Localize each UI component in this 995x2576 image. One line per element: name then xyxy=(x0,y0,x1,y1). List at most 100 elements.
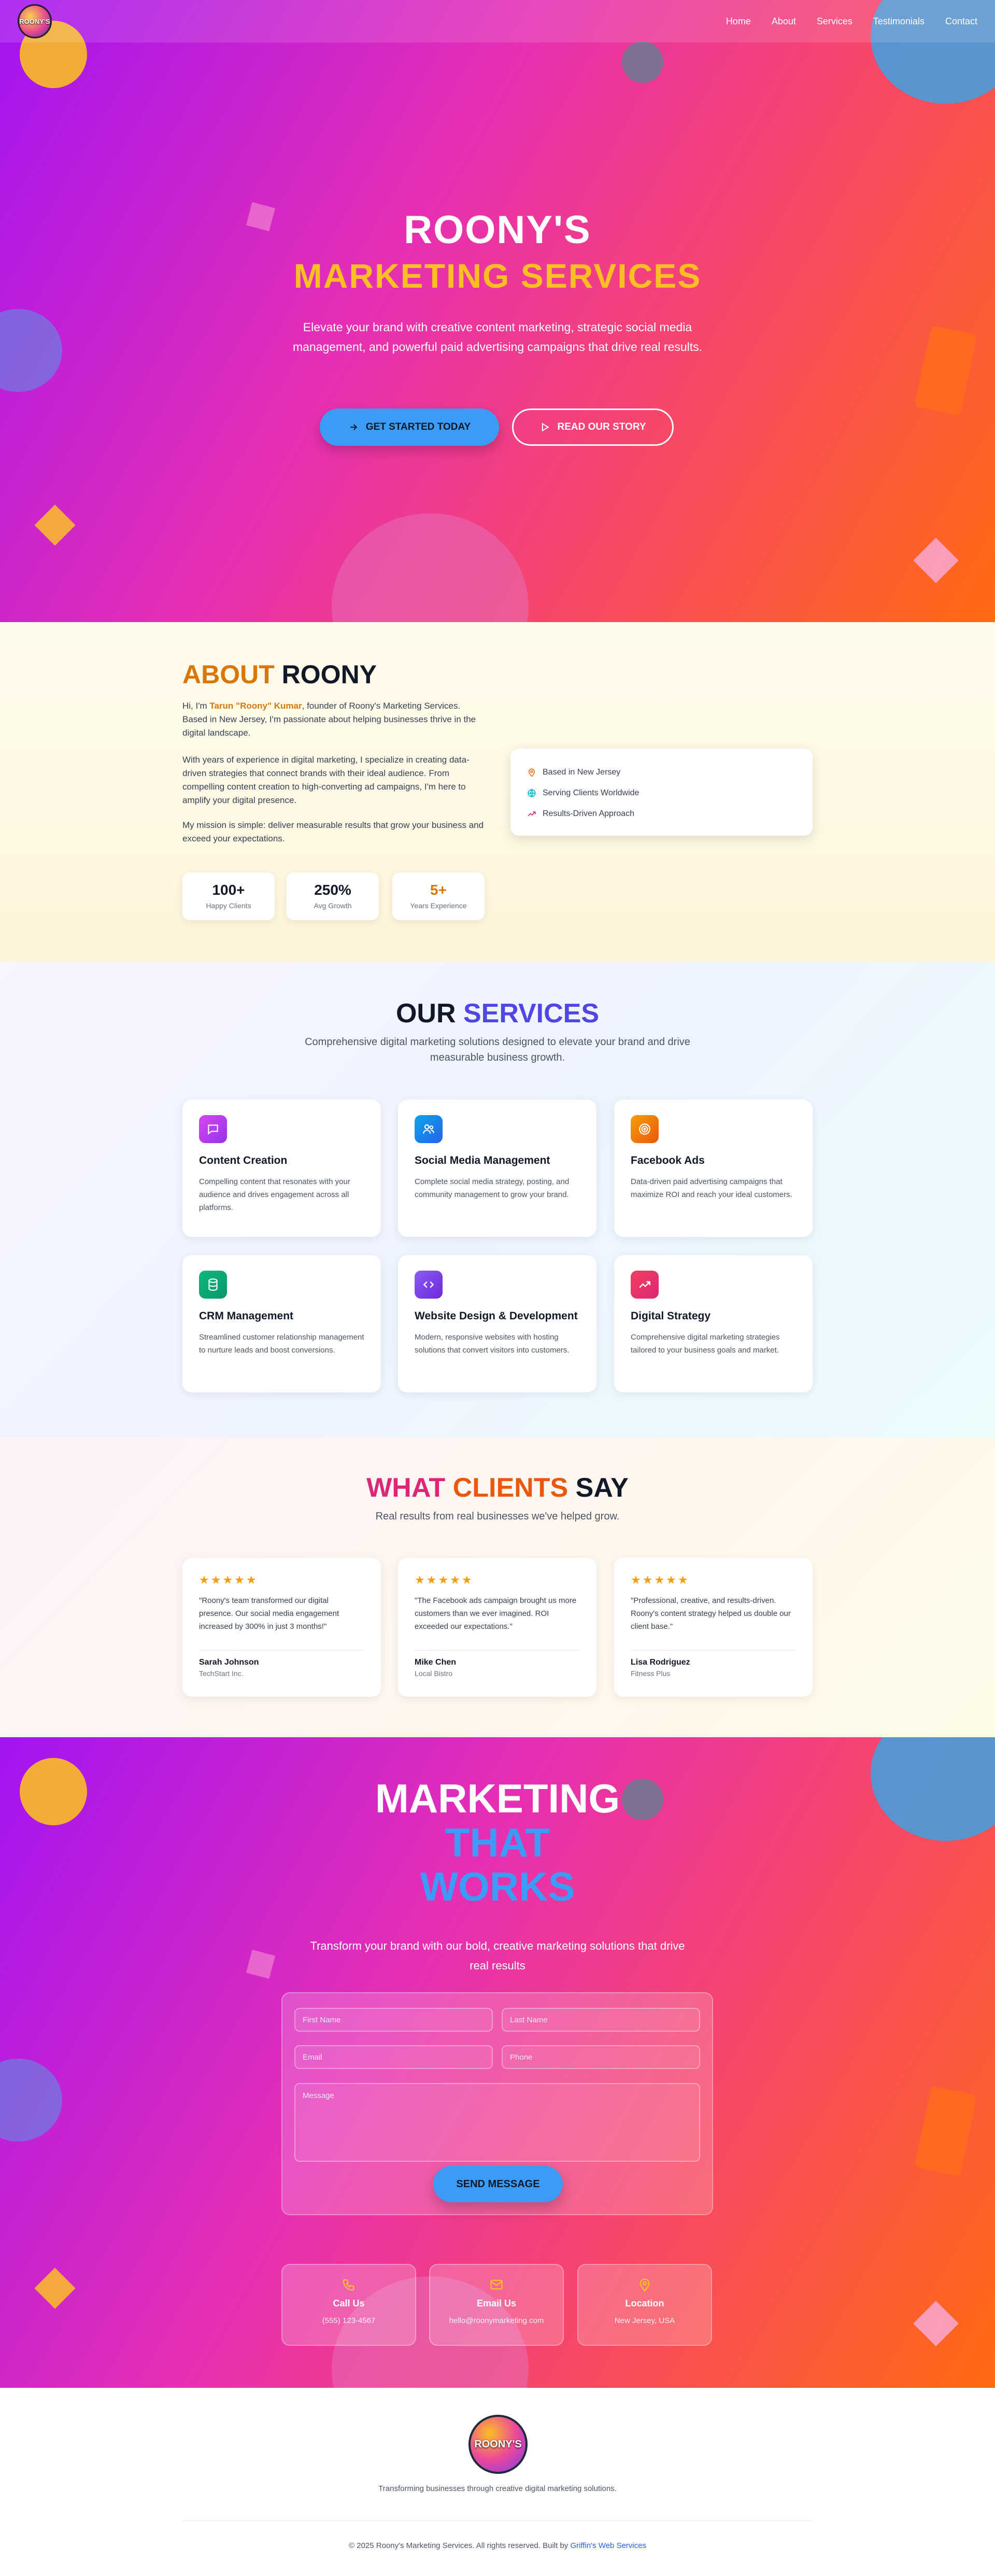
service-title: Facebook Ads xyxy=(631,1155,705,1166)
services-description: Comprehensive digital marketing solution… xyxy=(305,1036,690,1063)
stat-value: 250% xyxy=(314,882,351,898)
play-icon xyxy=(542,423,550,432)
cta-title-line3: WORKS xyxy=(420,1864,575,1909)
about-title-accent: ABOUT xyxy=(182,660,275,689)
users-icon xyxy=(415,1115,443,1143)
testimonials-title-b: CLIENTS xyxy=(452,1473,568,1503)
service-text: Complete social media strategy, posting,… xyxy=(415,1177,570,1199)
service-text: Compelling content that resonates with y… xyxy=(199,1177,350,1212)
star-rating-icon: ★★★★★ xyxy=(199,1573,258,1586)
contact-value: hello@roonymarketing.com xyxy=(449,2316,544,2325)
decor-rect-orange xyxy=(914,2086,977,2177)
decor-square-pink xyxy=(246,1949,276,1979)
service-card-website-design[interactable]: Website Design & Development Modern, res… xyxy=(398,1255,596,1392)
decor-circle-large xyxy=(332,513,529,622)
decor-circle-gray xyxy=(622,41,663,83)
phone-icon xyxy=(343,2279,354,2291)
read-story-button[interactable]: READ OUR STORY xyxy=(512,409,674,446)
top-navbar: ROONY'S Home About Services Testimonials… xyxy=(0,0,995,43)
footer-logo[interactable]: ROONY'S xyxy=(468,2415,528,2474)
first-name-field[interactable] xyxy=(294,2008,493,2032)
contact-card-location[interactable]: Location New Jersey, USA xyxy=(577,2264,712,2346)
code-icon xyxy=(415,1271,443,1299)
contact-title: Email Us xyxy=(476,2298,517,2308)
nav-home[interactable]: Home xyxy=(726,16,751,27)
contact-title: Location xyxy=(625,2298,664,2308)
decor-circle-purple xyxy=(0,309,62,392)
testimonial-name: Sarah Johnson xyxy=(199,1658,259,1667)
testimonial-name: Mike Chen xyxy=(415,1658,457,1667)
service-card-social-media[interactable]: Social Media Management Complete social … xyxy=(398,1100,596,1237)
send-message-button[interactable]: SEND MESSAGE xyxy=(433,2166,563,2202)
testimonial-card: ★★★★★ "Professional, creative, and resul… xyxy=(614,1558,813,1697)
decor-diamond-yellow xyxy=(34,504,76,546)
copyright-text: © 2025 Roony's Marketing Services. All r… xyxy=(349,2541,571,2550)
stat-card: 100+ Happy Clients xyxy=(182,872,275,920)
divider xyxy=(415,1650,580,1651)
testimonials-title-a: WHAT xyxy=(366,1473,446,1503)
decor-diamond-pink xyxy=(913,2301,959,2346)
stat-card: 5+ Years Experience xyxy=(392,872,485,920)
service-card-facebook-ads[interactable]: Facebook Ads Data-driven paid advertisin… xyxy=(614,1100,813,1237)
cta-title-line2: THAT xyxy=(445,1820,550,1865)
get-started-button[interactable]: GET STARTED TODAY xyxy=(320,409,499,446)
service-card-content-creation[interactable]: Content Creation Compelling content that… xyxy=(182,1100,381,1237)
testimonial-company: Local Bistro xyxy=(415,1669,453,1678)
get-started-label: GET STARTED TODAY xyxy=(365,421,471,432)
testimonial-quote: "Roony's team transformed our digital pr… xyxy=(199,1596,339,1631)
contact-title: Call Us xyxy=(333,2298,365,2308)
testimonial-card: ★★★★★ "The Facebook ads campaign brought… xyxy=(398,1558,596,1697)
message-field[interactable] xyxy=(294,2083,700,2162)
phone-field[interactable] xyxy=(502,2045,700,2069)
nav-contact[interactable]: Contact xyxy=(945,16,977,27)
about-info-card: Based in New Jersey Serving Clients Worl… xyxy=(510,749,813,836)
footer-copyright: © 2025 Roony's Marketing Services. All r… xyxy=(0,2541,995,2550)
read-story-label: READ OUR STORY xyxy=(557,421,646,432)
info-row: Based in New Jersey xyxy=(527,762,796,783)
about-title-main: ROONY xyxy=(281,660,377,689)
decor-diamond-yellow xyxy=(34,2268,76,2309)
logo-text: ROONY'S xyxy=(19,17,50,25)
service-text: Comprehensive digital marketing strategi… xyxy=(631,1333,780,1355)
about-paragraph-3: My mission is simple: deliver measurable… xyxy=(182,820,484,843)
contact-card-email[interactable]: Email Us hello@roonymarketing.com xyxy=(429,2264,564,2346)
contact-value: New Jersey, USA xyxy=(614,2316,675,2325)
hero-description: Elevate your brand with creative content… xyxy=(292,320,703,354)
stat-label: Happy Clients xyxy=(206,902,251,910)
service-card-crm[interactable]: CRM Management Streamlined customer rela… xyxy=(182,1255,381,1392)
brand-logo[interactable]: ROONY'S xyxy=(18,4,52,38)
service-title: Digital Strategy xyxy=(631,1310,711,1322)
last-name-field[interactable] xyxy=(502,2008,700,2032)
testimonial-quote: "Professional, creative, and results-dri… xyxy=(631,1596,791,1631)
info-text: Based in New Jersey xyxy=(543,768,621,777)
nav-testimonials[interactable]: Testimonials xyxy=(873,16,925,27)
service-card-digital-strategy[interactable]: Digital Strategy Comprehensive digital m… xyxy=(614,1255,813,1392)
service-title: CRM Management xyxy=(199,1310,294,1322)
hero-section xyxy=(0,0,995,622)
service-text: Modern, responsive websites with hosting… xyxy=(415,1333,570,1355)
builder-link[interactable]: Griffin's Web Services xyxy=(570,2541,646,2550)
testimonial-quote: "The Facebook ads campaign brought us mo… xyxy=(415,1596,577,1631)
testimonials-title-c: SAY xyxy=(575,1473,629,1503)
map-pin-icon xyxy=(639,2278,650,2292)
services-title-main: OUR xyxy=(395,998,456,1029)
service-text: Streamlined customer relationship manage… xyxy=(199,1333,364,1355)
contact-card-phone[interactable]: Call Us (555) 123-4567 xyxy=(281,2264,416,2346)
info-text: Serving Clients Worldwide xyxy=(543,789,639,797)
email-field[interactable] xyxy=(294,2045,493,2069)
services-title: OUR SERVICES xyxy=(0,998,995,1029)
nav-services[interactable]: Services xyxy=(817,16,852,27)
globe-icon xyxy=(528,789,536,797)
nav-about[interactable]: About xyxy=(772,16,796,27)
stat-label: Avg Growth xyxy=(314,902,352,910)
info-row: Results-Driven Approach xyxy=(527,804,796,824)
testimonial-company: Fitness Plus xyxy=(631,1669,671,1678)
about-founder-name: Tarun "Roony" Kumar xyxy=(209,701,302,711)
contact-value: (555) 123-4567 xyxy=(322,2316,376,2325)
about-title: ABOUT ROONY xyxy=(182,659,377,689)
testimonials-description: Real results from real businesses we've … xyxy=(375,1511,620,1522)
map-pin-icon xyxy=(528,768,535,777)
service-title: Website Design & Development xyxy=(415,1310,578,1322)
database-icon xyxy=(199,1271,227,1299)
about-intro-pre: Hi, I'm xyxy=(182,701,210,711)
